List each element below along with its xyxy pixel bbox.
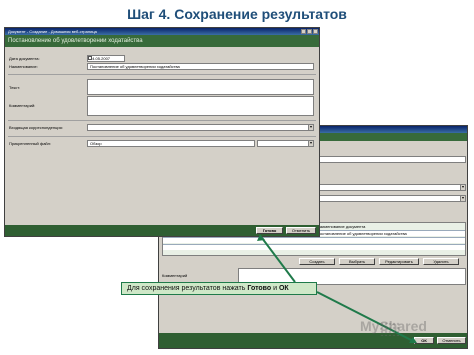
front-window: Документ - Создание - Домашняя веб-стран… [4, 27, 320, 237]
calendar-icon[interactable] [88, 56, 92, 60]
table-cell-name: Постановление об удовлетворении ходатайс… [317, 231, 407, 236]
divider-3 [8, 136, 316, 137]
front-window-header-band: Постановление об удовлетворении ходатайс… [5, 35, 319, 47]
back-dropdown-arrow-icon[interactable] [460, 185, 465, 190]
ok-button[interactable]: ОК [414, 337, 434, 344]
comment-label: Комментарий: [9, 103, 36, 108]
back-window-footer: ОК Отменить [159, 333, 467, 348]
date-value: 04.05.2007 [90, 56, 111, 61]
done-button[interactable]: Готово [256, 227, 283, 234]
callout-prefix: Для сохранения результатов нажать [127, 285, 248, 292]
attach-field[interactable]: Обзор [87, 140, 255, 147]
back-field-1[interactable] [319, 156, 466, 163]
back-cancel-button[interactable]: Отменить [437, 337, 466, 344]
front-window-title: Документ - Создание - Домашняя веб-стран… [8, 29, 97, 34]
attach-value: Обзор [90, 141, 102, 146]
date-field[interactable]: 04.05.2007 [87, 55, 125, 62]
attach-select[interactable] [257, 140, 314, 147]
table-row[interactable] [163, 237, 465, 243]
callout-done-word: Готово [247, 285, 272, 292]
attach-label: Прикрепленный файл: [9, 141, 52, 146]
name-label: Наименование: [9, 64, 38, 69]
text-area[interactable] [87, 79, 314, 95]
close-icon[interactable] [313, 29, 318, 34]
front-window-footer: Готово Отменить [5, 225, 319, 236]
edit-button[interactable]: Редактировать [379, 258, 419, 265]
back-field-3[interactable] [319, 195, 466, 202]
text-label: Текст: [9, 85, 21, 90]
maximize-icon[interactable] [307, 29, 312, 34]
name-value: Постановление об удовлетворении ходатайс… [90, 64, 180, 69]
incoming-select[interactable] [87, 124, 314, 131]
divider-2 [8, 120, 316, 121]
minimize-icon[interactable] [301, 29, 306, 34]
divider [8, 74, 316, 75]
watermark: MyShared [360, 318, 427, 334]
back-dropdown-arrow-icon-2[interactable] [460, 196, 465, 201]
table-header: Наименование документа [317, 224, 366, 229]
incoming-label: Входящая корреспонденция: [9, 125, 63, 130]
callout-and: и [271, 285, 279, 292]
back-comment-label: Комментарий [162, 273, 188, 278]
slide-title: Шаг 4. Сохранение результатов [127, 6, 347, 22]
create-button[interactable]: Создать [299, 258, 335, 265]
delete-button[interactable]: Удалить [423, 258, 459, 265]
front-window-titlebar: Документ - Создание - Домашняя веб-стран… [5, 28, 319, 35]
table-row[interactable] [163, 244, 465, 250]
cancel-button[interactable]: Отменить [286, 227, 316, 234]
callout-ok-word: ОК [278, 285, 289, 292]
select-button[interactable]: Выбрать [339, 258, 375, 265]
back-field-2[interactable] [319, 184, 466, 191]
instruction-callout: Для сохранения результатов нажать Готово… [121, 282, 317, 295]
name-field[interactable]: Постановление об удовлетворении ходатайс… [87, 63, 314, 70]
comment-area[interactable] [87, 96, 314, 116]
attach-dropdown-arrow-icon[interactable] [308, 141, 313, 146]
incoming-dropdown-arrow-icon[interactable] [308, 125, 313, 130]
date-label: Дата документа: [9, 56, 40, 61]
